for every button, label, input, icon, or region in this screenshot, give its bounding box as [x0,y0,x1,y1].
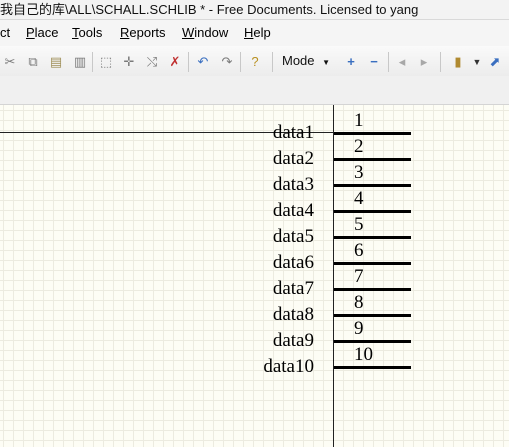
pin-name: data6 [272,252,314,273]
pin-line[interactable] [334,236,411,239]
menu-help[interactable]: Help [244,20,271,46]
pin-name: data10 [263,356,314,377]
pin-number: 8 [354,292,364,313]
remove-icon[interactable]: − [366,54,382,70]
cut-icon[interactable]: ✂ [2,54,18,70]
schematic-canvas[interactable]: 1 data1 2 data2 3 data3 4 data4 5 data5 6 data6 7 dat… [0,105,509,447]
pin-number: 7 [354,266,364,287]
chevron-down-icon: ▼ [322,58,331,67]
pin-line[interactable] [334,340,411,343]
arrow-left-icon[interactable]: ◂ [394,54,410,70]
pin-number: 5 [354,214,364,235]
clipboard-icon[interactable]: ▥ [72,54,88,70]
mode-dropdown[interactable]: Mode ▼ [282,52,330,70]
toolbar-separator [92,52,93,72]
menu-tools[interactable]: Tools [72,20,102,46]
toolbar-separator [388,52,389,72]
toolbar-separator [188,52,189,72]
title-bar: 我自己的库\ALL\SCHALL.SCHLIB * - Free Documen… [0,0,509,20]
redo-icon[interactable]: ↷ [219,54,235,70]
menu-help-label: elp [253,25,271,40]
pin-line[interactable] [334,132,411,135]
pin-line[interactable] [334,288,411,291]
pin-number: 3 [354,162,364,183]
pin-line[interactable] [334,158,411,161]
menu-tools-label: ools [78,25,103,40]
deselect-icon[interactable]: ✗ [167,54,183,70]
menu-reports-label: eports [129,25,166,40]
menu-reports[interactable]: Reports [120,20,166,46]
menu-project-label: ct [0,25,11,40]
pin-number: 2 [354,136,364,157]
mode-label: Mode [282,53,315,68]
toolbar-separator [272,52,273,72]
menu-place[interactable]: Place [26,20,59,46]
pin-name: data7 [272,278,314,299]
menu-bar: ct Place Tools Reports Window Help [0,20,509,46]
pin-number: 10 [354,344,373,365]
menu-place-label: lace [34,25,59,40]
menu-window-label: indow [194,25,229,40]
pin-name: data8 [272,304,314,325]
menu-window-accel: W [182,25,195,40]
menu-reports-accel: R [120,25,130,40]
toolbar-separator [440,52,441,72]
move-selection-icon[interactable]: ⤭ [144,54,160,70]
undo-icon[interactable]: ↶ [195,54,211,70]
menu-help-accel: H [244,25,254,40]
secondary-toolbar [0,76,509,105]
pin-name: data4 [272,200,314,221]
pin-line[interactable] [334,366,411,369]
pin-line[interactable] [334,184,411,187]
pin-number: 9 [354,318,364,339]
pin-number: 1 [354,110,364,131]
menu-window[interactable]: Window [182,20,228,46]
pin-name: data2 [272,148,314,169]
pin-number: 4 [354,188,364,209]
pin-name: data1 [272,122,314,143]
move-icon[interactable]: ✛ [121,54,137,70]
pin-line[interactable] [334,262,411,265]
component-icon[interactable]: ▮ [450,54,466,70]
toolbar-separator [240,52,241,72]
pin-name: data9 [272,330,314,351]
pin-name: data5 [272,226,314,247]
menu-project[interactable]: ct [0,20,10,46]
dropdown-icon[interactable]: ▼ [469,54,485,70]
menu-place-accel: P [26,25,35,40]
pin-name: data3 [272,174,314,195]
chart-icon[interactable]: ⬈ [487,54,503,70]
window-title: 我自己的库\ALL\SCHALL.SCHLIB * - Free Documen… [0,2,419,17]
pin-line[interactable] [334,210,411,213]
pin-number: 6 [354,240,364,261]
help-icon[interactable]: ? [247,54,263,70]
pin-line[interactable] [334,314,411,317]
copy-icon[interactable]: ⧉ [25,54,41,70]
arrow-right-icon[interactable]: ▸ [416,54,432,70]
main-toolbar: ✂ ⧉ ▤ ▥ ⬚ ✛ ⤭ ✗ ↶ ↷ ? + − ◂ ▸ ▮ ▼ ⬈ [0,46,509,76]
paste-icon[interactable]: ▤ [48,54,64,70]
select-rect-icon[interactable]: ⬚ [98,54,114,70]
component-body-right-edge [333,105,334,447]
add-icon[interactable]: + [343,54,359,70]
